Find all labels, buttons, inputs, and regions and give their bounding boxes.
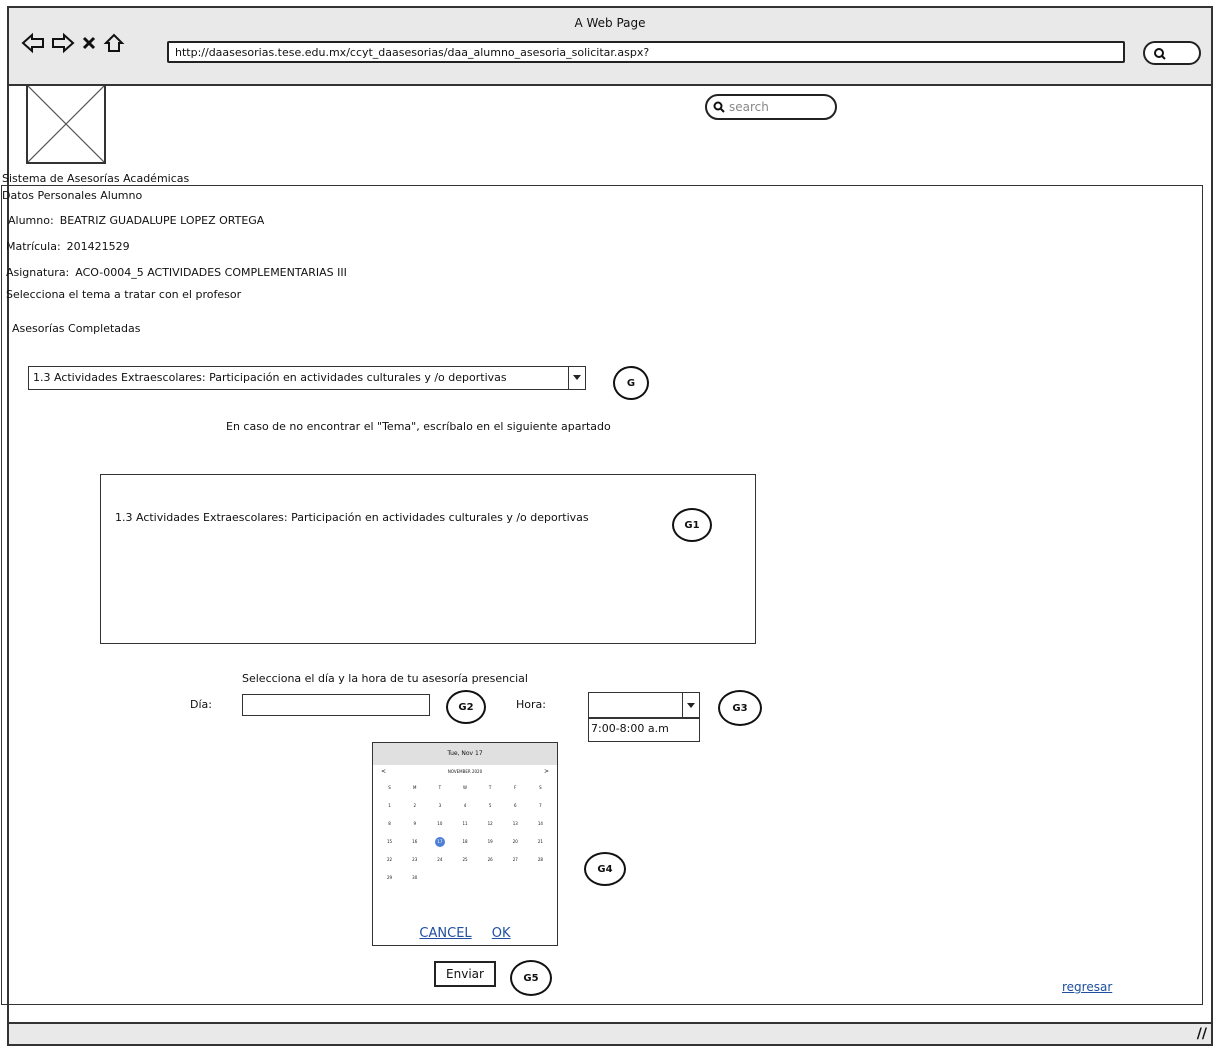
calendar-weekday: S — [539, 785, 542, 790]
calendar-weekday: F — [514, 785, 517, 790]
calendar-day[interactable]: 24 — [427, 855, 452, 865]
date-picker[interactable]: Tue, Nov 17 < NOVEMBER 2020 > SMTWTFS123… — [372, 742, 558, 946]
calendar-day[interactable]: 8 — [377, 819, 402, 829]
asignatura-value: ACO-0004_5 ACTIVIDADES COMPLEMENTARIAS I… — [75, 266, 347, 279]
alumno-label: Alumno: — [8, 214, 54, 227]
chevron-down-icon[interactable] — [568, 367, 585, 389]
calendar-weekday: M — [412, 785, 417, 790]
calendar-day[interactable]: 15 — [377, 837, 402, 847]
calendar-day[interactable]: 12 — [478, 819, 503, 829]
calendar-day[interactable]: 13 — [503, 819, 528, 829]
badge-g: G — [613, 366, 649, 400]
calendar-ok-button[interactable]: OK — [492, 926, 511, 941]
badge-g2: G2 — [446, 690, 486, 724]
matricula-label: Matrícula: — [6, 240, 61, 253]
nav-controls — [21, 32, 125, 54]
search-input[interactable]: search — [705, 94, 837, 120]
calendar-day[interactable]: 5 — [478, 801, 503, 811]
topic-text-value: 1.3 Actividades Extraescolares: Particip… — [115, 511, 589, 524]
calendar-day[interactable]: 14 — [528, 819, 553, 829]
topic-textarea[interactable]: 1.3 Actividades Extraescolares: Particip… — [100, 474, 756, 644]
close-icon[interactable] — [81, 34, 97, 52]
resize-grip-icon[interactable]: // — [1197, 1026, 1207, 1042]
calendar-day[interactable]: 30 — [402, 873, 427, 883]
browser-chrome: A Web Page http://daasesorias.tese.edu.m… — [9, 8, 1211, 86]
calendar-day[interactable]: 18 — [452, 837, 477, 847]
calendar-day[interactable]: 25 — [452, 855, 477, 865]
alumno-row: Alumno: BEATRIZ GUADALUPE LOPEZ ORTEGA — [8, 214, 264, 227]
schedule-instruction: Selecciona el día y la hora de tu asesor… — [242, 672, 528, 685]
hora-label: Hora: — [516, 698, 546, 711]
calendar-day[interactable]: 27 — [503, 855, 528, 865]
calendar-day[interactable]: 3 — [427, 801, 452, 811]
calendar-day[interactable]: 26 — [478, 855, 503, 865]
asignatura-label: Asignatura: — [6, 266, 70, 279]
badge-g3: G3 — [718, 690, 762, 726]
calendar-weekday: T — [438, 785, 442, 790]
home-icon[interactable] — [103, 32, 125, 54]
hora-select[interactable] — [588, 692, 700, 718]
system-title: Sistema de Asesorías Académicas — [2, 172, 190, 185]
back-link[interactable]: regresar — [1062, 980, 1112, 994]
calendar-day[interactable]: 1 — [377, 801, 402, 811]
calendar-day[interactable]: 29 — [377, 873, 402, 883]
topic-instruction: Selecciona el tema a tratar con el profe… — [6, 288, 242, 301]
hora-option[interactable]: 7:00-8:00 a.m — [588, 718, 700, 742]
completed-label: Asesorías Completadas — [12, 322, 141, 335]
calendar-cancel-button[interactable]: CANCEL — [419, 926, 471, 941]
search-icon — [713, 101, 725, 113]
calendar-day[interactable]: 28 — [528, 855, 553, 865]
chevron-down-icon[interactable] — [682, 693, 699, 717]
topic-hint: En caso de no encontrar el "Tema", escrí… — [226, 420, 611, 433]
calendar-month: NOVEMBER 2020 — [447, 769, 483, 774]
dia-label: Día: — [190, 698, 212, 711]
calendar-weekday: T — [488, 785, 492, 790]
submit-button[interactable]: Enviar — [434, 961, 496, 987]
search-icon — [1154, 48, 1166, 60]
calendar-day[interactable]: 6 — [503, 801, 528, 811]
url-bar[interactable]: http://daasesorias.tese.edu.mx/ccyt_daas… — [167, 41, 1125, 63]
calendar-day[interactable]: 22 — [377, 855, 402, 865]
asignatura-row: Asignatura: ACO-0004_5 ACTIVIDADES COMPLE… — [6, 266, 347, 279]
search-placeholder: search — [729, 100, 769, 114]
topic-dropdown[interactable]: 1.3 Actividades Extraescolares: Particip… — [28, 366, 586, 390]
browser-search-button[interactable] — [1143, 41, 1201, 65]
calendar-day[interactable]: 2 — [402, 801, 427, 811]
calendar-actions: CANCEL OK — [373, 926, 557, 941]
calendar-day[interactable]: 7 — [528, 801, 553, 811]
badge-g5: G5 — [510, 960, 552, 996]
topic-selected: 1.3 Actividades Extraescolares: Particip… — [33, 371, 507, 384]
calendar-day[interactable]: 19 — [478, 837, 503, 847]
status-bar: // — [9, 1022, 1211, 1044]
logo-placeholder — [26, 84, 106, 164]
window-title: A Web Page — [574, 16, 646, 30]
calendar-day[interactable]: 17 — [434, 837, 445, 847]
forward-arrow-icon[interactable] — [51, 32, 75, 54]
calendar-weekday: W — [463, 785, 467, 790]
calendar-header: Tue, Nov 17 — [373, 743, 557, 765]
calendar-day[interactable]: 11 — [452, 819, 477, 829]
chevron-right-icon[interactable]: > — [544, 768, 549, 775]
back-arrow-icon[interactable] — [21, 32, 45, 54]
matricula-value: 201421529 — [66, 240, 130, 253]
calendar-day[interactable]: 4 — [452, 801, 477, 811]
dia-input[interactable] — [242, 694, 430, 716]
calendar-day[interactable]: 20 — [503, 837, 528, 847]
badge-g1: G1 — [672, 508, 712, 542]
calendar-weekday: S — [388, 785, 391, 790]
calendar-day[interactable]: 23 — [402, 855, 427, 865]
matricula-row: Matrícula: 201421529 — [6, 240, 130, 253]
calendar-day[interactable]: 9 — [402, 819, 427, 829]
calendar-nav: < NOVEMBER 2020 > — [373, 765, 557, 779]
alumno-value: BEATRIZ GUADALUPE LOPEZ ORTEGA — [59, 214, 265, 227]
calendar-grid: S M T W T F S 1 2 3 4 5 6 7 8 9 10 11 12 13 14 15 16 17 18 19 20 21… — [377, 783, 553, 883]
calendar-day[interactable]: 21 — [528, 837, 553, 847]
calendar-day[interactable]: 10 — [427, 819, 452, 829]
calendar-day[interactable]: 16 — [402, 837, 427, 847]
section-title: Datos Personales Alumno — [2, 189, 143, 202]
badge-g4: G4 — [584, 852, 626, 886]
